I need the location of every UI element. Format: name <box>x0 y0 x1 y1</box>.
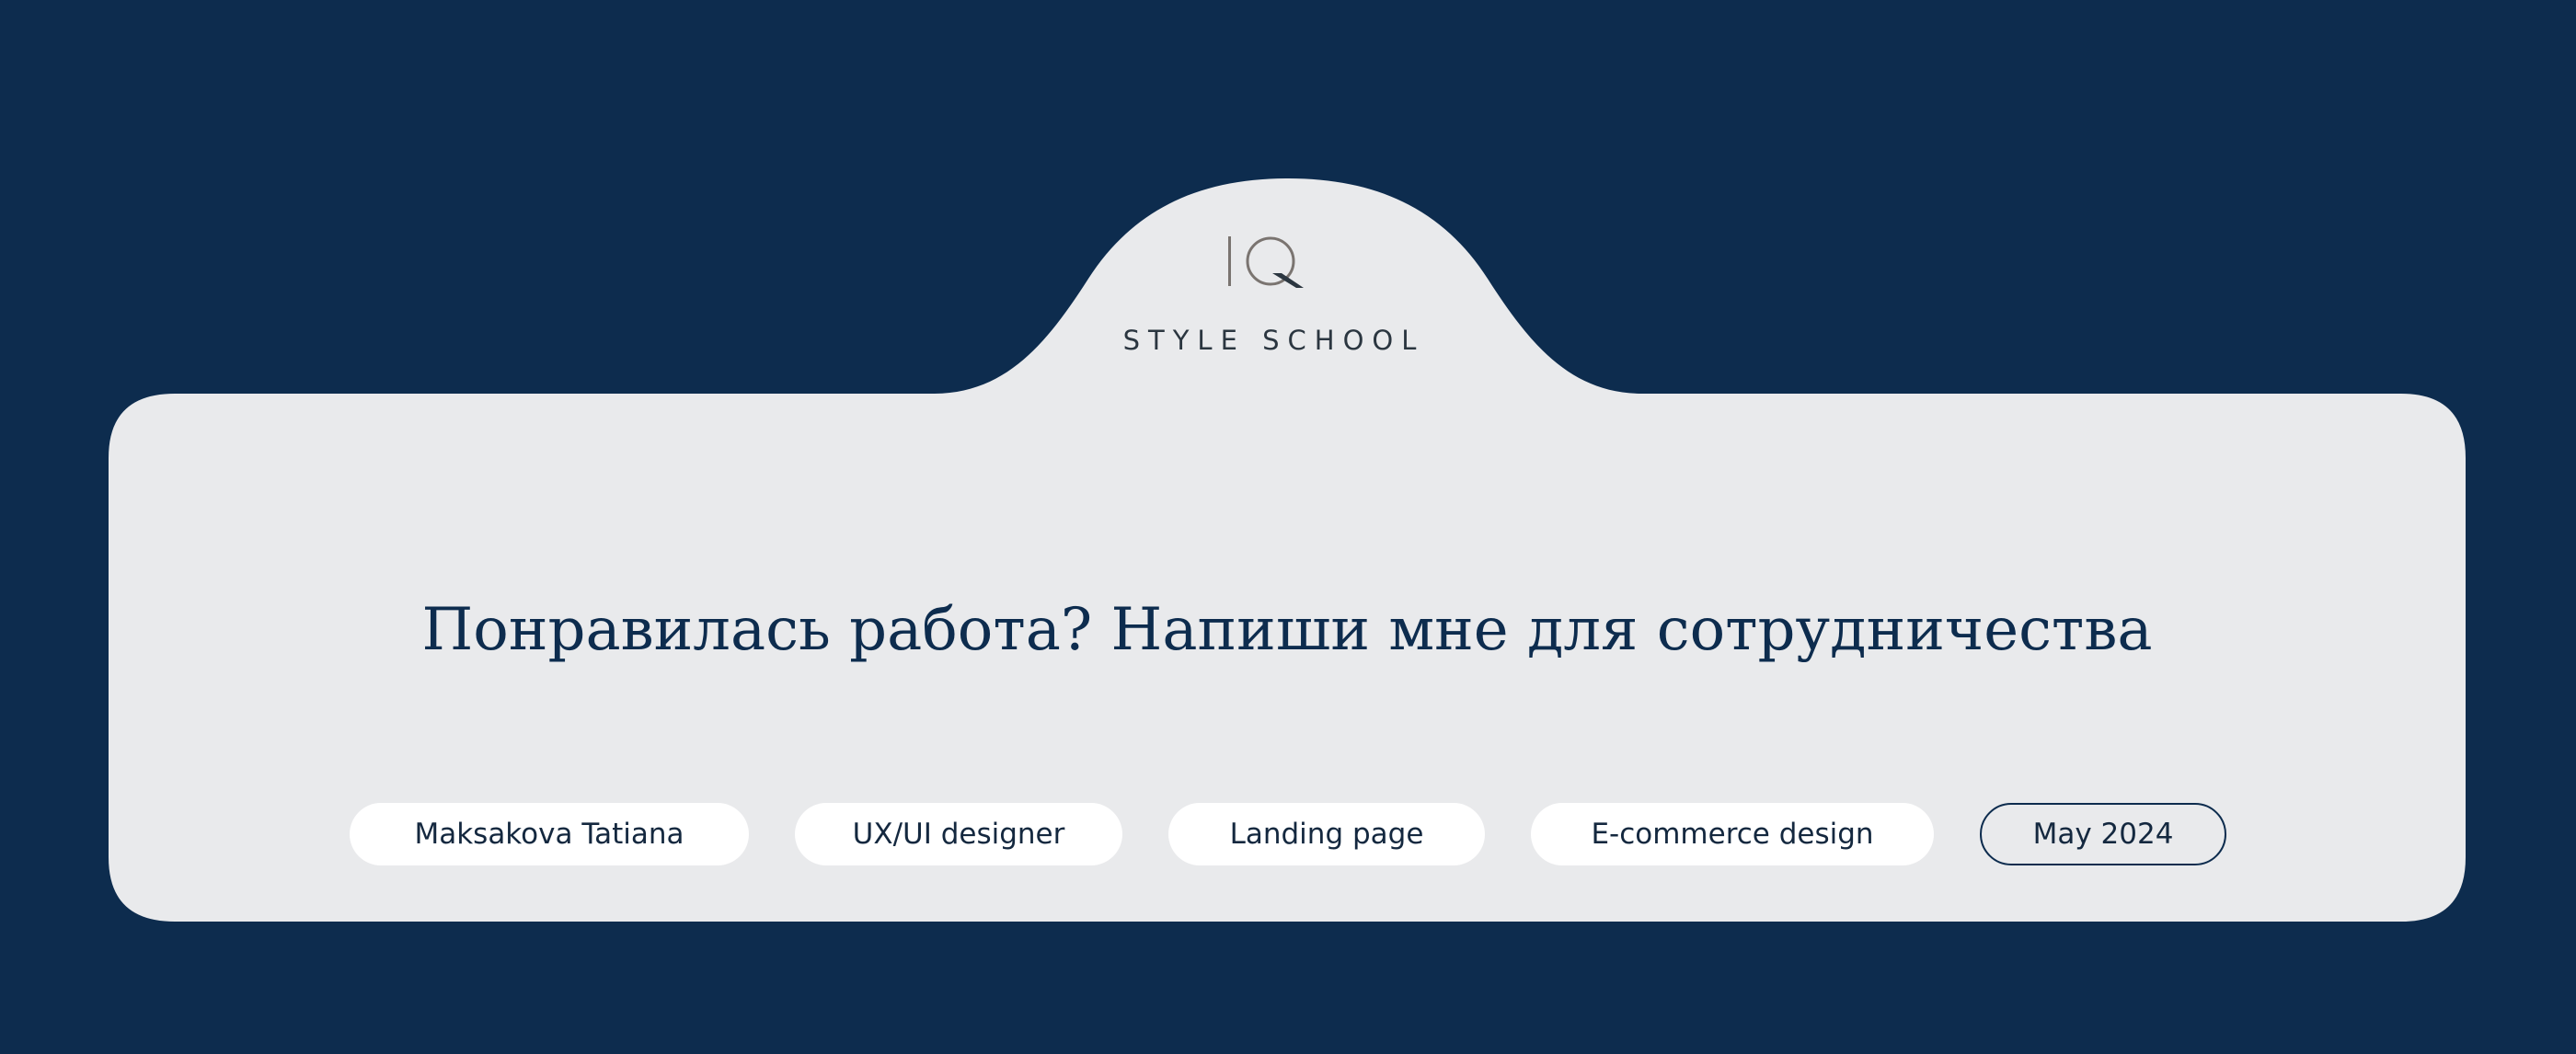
tag-role: UX/UI designer <box>795 803 1122 865</box>
tag-landing-page: Landing page <box>1168 803 1485 865</box>
page-title: Понравилась работа? Напиши мне для сотру… <box>421 596 2153 664</box>
iq-logo-icon <box>1228 236 1304 288</box>
brand-name: STYLE SCHOOL <box>1122 325 1425 356</box>
tag-author: Maksakova Tatiana <box>350 803 749 865</box>
card-background <box>109 178 2466 922</box>
tag-ecommerce-design: E-commerce design <box>1531 803 1934 865</box>
brand-logo: STYLE SCHOOL <box>1030 235 1509 382</box>
tag-list: Maksakova Tatiana UX/UI designer Landing… <box>0 803 2576 865</box>
tag-date: May 2024 <box>1980 803 2226 865</box>
